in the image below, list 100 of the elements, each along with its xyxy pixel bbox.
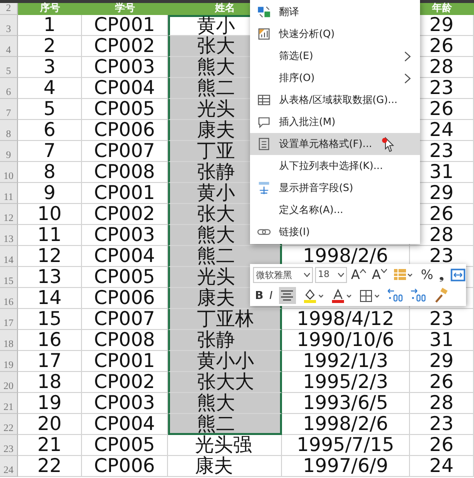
pinyin-icon xyxy=(257,181,271,195)
row-header[interactable]: 17 xyxy=(0,309,18,330)
decimal-down-icon[interactable] xyxy=(408,286,426,304)
table-cell: 11 xyxy=(18,225,82,246)
table-cell: 20 xyxy=(18,414,82,435)
table-cell: 1997/6/9 xyxy=(282,456,410,477)
size-dropdown[interactable]: 18 xyxy=(315,267,347,283)
table-cell: 张静 xyxy=(168,330,282,351)
row-header[interactable]: 13 xyxy=(0,225,18,246)
row-header[interactable]: 2 xyxy=(0,3,18,15)
table-cell: 22 xyxy=(18,456,82,477)
table-cell: 1990/10/6 xyxy=(282,330,410,351)
table-cell: 18 xyxy=(18,372,82,393)
table-cell: 31 xyxy=(410,330,474,351)
italic-button[interactable]: I xyxy=(267,286,275,304)
table-cell: 12 xyxy=(18,246,82,267)
toolbar-button[interactable]: % xyxy=(418,266,436,284)
table-cell: 张大大 xyxy=(168,372,282,393)
row-header[interactable]: 7 xyxy=(0,99,18,120)
table-cell: 8 xyxy=(18,162,82,183)
caret-icon xyxy=(338,273,344,277)
table-cell: 1 xyxy=(18,15,82,36)
row-header[interactable]: 6 xyxy=(0,78,18,99)
font-color-icon[interactable] xyxy=(330,286,352,304)
table-cell: 光头强 xyxy=(168,435,282,456)
row-header[interactable]: 21 xyxy=(0,393,18,414)
table-cell: 23 xyxy=(410,309,474,330)
column-heading: 学号 xyxy=(82,3,168,15)
row-header[interactable]: 23 xyxy=(0,435,18,456)
row-header[interactable]: 18 xyxy=(0,330,18,351)
comment-icon xyxy=(257,115,271,129)
caret-icon xyxy=(304,273,310,277)
table-cell: 2 xyxy=(18,36,82,57)
bold-button[interactable]: B xyxy=(253,286,266,304)
column-heading: 序号 xyxy=(18,3,82,15)
table-cell: 29 xyxy=(410,351,474,372)
format-icon xyxy=(257,137,271,151)
table-cell: CP005 xyxy=(82,435,168,456)
row-header[interactable]: 9 xyxy=(0,141,18,162)
table-cell: 10 xyxy=(18,204,82,225)
table-cell: 3 xyxy=(18,57,82,78)
chevron-icon xyxy=(404,73,411,84)
table-cell: 熊二 xyxy=(168,414,282,435)
table-cell: 1992/1/3 xyxy=(282,351,410,372)
table-cell: 28 xyxy=(410,393,474,414)
cursor-icon xyxy=(382,137,394,154)
translate-icon xyxy=(257,5,271,19)
analysis-icon xyxy=(257,27,271,41)
row-header[interactable]: 14 xyxy=(0,246,18,267)
table-cell: 21 xyxy=(18,435,82,456)
table-cell: 24 xyxy=(410,456,474,477)
table-cell: 黄小小 xyxy=(168,351,282,372)
row-header[interactable]: 5 xyxy=(0,57,18,78)
row-header[interactable]: 22 xyxy=(0,414,18,435)
font-dropdown[interactable]: 微软雅黑 xyxy=(253,267,313,283)
caret-icon xyxy=(360,269,366,273)
row-header[interactable]: 20 xyxy=(0,372,18,393)
merge-icon[interactable] xyxy=(450,266,468,284)
table-cell: 康夫 xyxy=(168,456,282,477)
row-header[interactable]: 4 xyxy=(0,36,18,57)
table-cell: 13 xyxy=(18,267,82,288)
row-header[interactable]: 24 xyxy=(0,456,18,477)
row-header[interactable]: 8 xyxy=(0,120,18,141)
table-cell: 5 xyxy=(18,99,82,120)
table-cell: 26 xyxy=(410,435,474,456)
table-cell: 17 xyxy=(18,351,82,372)
table-cell: 熊大 xyxy=(168,393,282,414)
table-cell: 23 xyxy=(410,414,474,435)
row-header[interactable]: 15 xyxy=(0,267,18,288)
row-header[interactable]: 16 xyxy=(0,288,18,309)
chevron-icon xyxy=(404,51,411,62)
table-cell: 熊二 xyxy=(168,246,282,267)
caret-icon xyxy=(380,269,387,273)
row-header[interactable]: 3 xyxy=(0,15,18,36)
table-cell: 9 xyxy=(18,183,82,204)
menu-item[interactable]: 设置单元格格式(F)... xyxy=(250,133,420,155)
table-cell: 14 xyxy=(18,288,82,309)
table-cell: 1993/6/5 xyxy=(282,393,410,414)
table-cell: 1998/4/12 xyxy=(282,309,410,330)
table-cell: 1998/2/6 xyxy=(282,414,410,435)
table-icon xyxy=(257,93,271,107)
decimal-up-icon[interactable] xyxy=(386,286,403,304)
table-cell: 1995/7/15 xyxy=(282,435,410,456)
table-cell: 15 xyxy=(18,309,82,330)
align-icon[interactable] xyxy=(278,286,296,304)
table-cell: 1995/2/3 xyxy=(282,372,410,393)
table-cell: 6 xyxy=(18,120,82,141)
toolbar-button[interactable]: ❟ xyxy=(437,266,446,284)
grow-font-button[interactable]: A xyxy=(349,266,368,284)
table-cell: 16 xyxy=(18,330,82,351)
row-header[interactable]: 19 xyxy=(0,351,18,372)
fill-icon[interactable] xyxy=(302,286,324,304)
row-header[interactable]: 11 xyxy=(0,183,18,204)
table-cell: 4 xyxy=(18,78,82,99)
table-cell: 26 xyxy=(410,372,474,393)
table-cell: CP006 xyxy=(82,456,168,477)
row-header[interactable]: 10 xyxy=(0,162,18,183)
row-header[interactable]: 12 xyxy=(0,204,18,225)
shrink-font-button[interactable]: A xyxy=(370,266,389,284)
table-cell: 丁亚林 xyxy=(168,309,282,330)
